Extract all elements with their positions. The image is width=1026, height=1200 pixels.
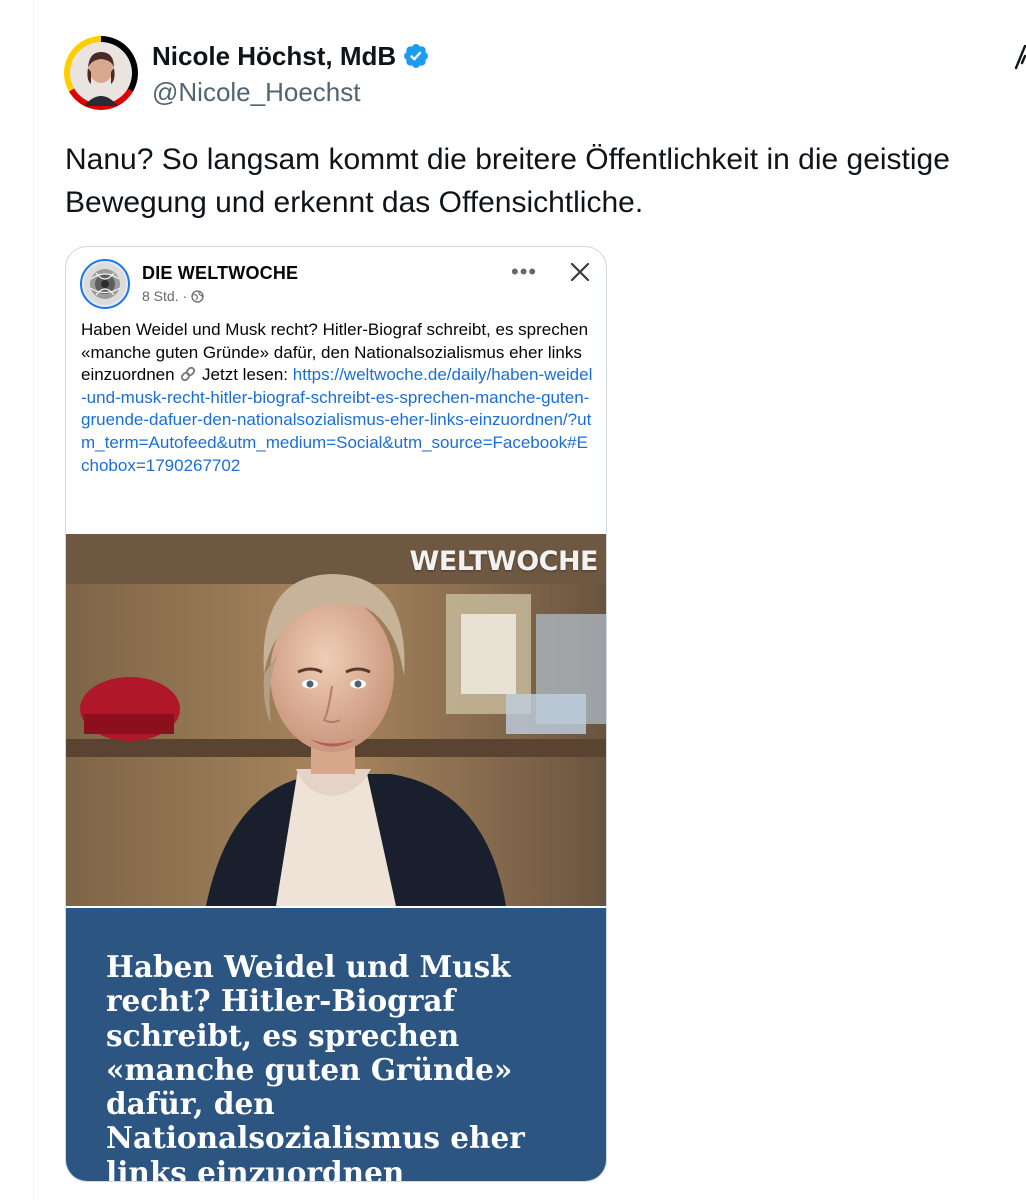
embedded-post-image[interactable]: DIE WELTWOCHE 8 Std. · ••• Haben Weidel … [65, 246, 607, 1182]
read-now-label: Jetzt lesen: [202, 365, 289, 385]
article-headline: Haben Weidel und Musk recht? Hitler-Biog… [106, 949, 525, 1182]
author-name[interactable]: Nicole Höchst, MdB [152, 40, 396, 72]
post-meta: 8 Std. · [142, 288, 204, 304]
grok-icon[interactable] [1010, 42, 1026, 72]
facebook-post-text: Haben Weidel und Musk recht? Hitler-Biog… [81, 319, 596, 477]
timeline-divider [33, 0, 34, 1200]
tweet-text: Nanu? So langsam kommt die breitere Öffe… [65, 143, 950, 219]
globe-icon [191, 289, 204, 303]
meta-separator: · [182, 288, 188, 304]
author-handle[interactable]: @Nicole_Hoechst [152, 77, 360, 107]
link-emoji-icon [179, 365, 197, 383]
article-photo: WELTWOCHE [66, 534, 606, 906]
weltwoche-logo [80, 259, 130, 309]
verified-badge-icon [402, 42, 430, 70]
close-icon [569, 261, 591, 283]
more-options-icon: ••• [511, 259, 538, 284]
author-name-row[interactable]: Nicole Höchst, MdB [152, 40, 430, 72]
facebook-page-name: DIE WELTWOCHE [142, 263, 299, 283]
weltwoche-watermark: WELTWOCHE [409, 546, 599, 577]
post-time: 8 Std. [142, 288, 179, 304]
author-avatar[interactable] [64, 36, 138, 110]
article-headline-panel: Haben Weidel und Musk recht? Hitler-Biog… [66, 908, 606, 1181]
